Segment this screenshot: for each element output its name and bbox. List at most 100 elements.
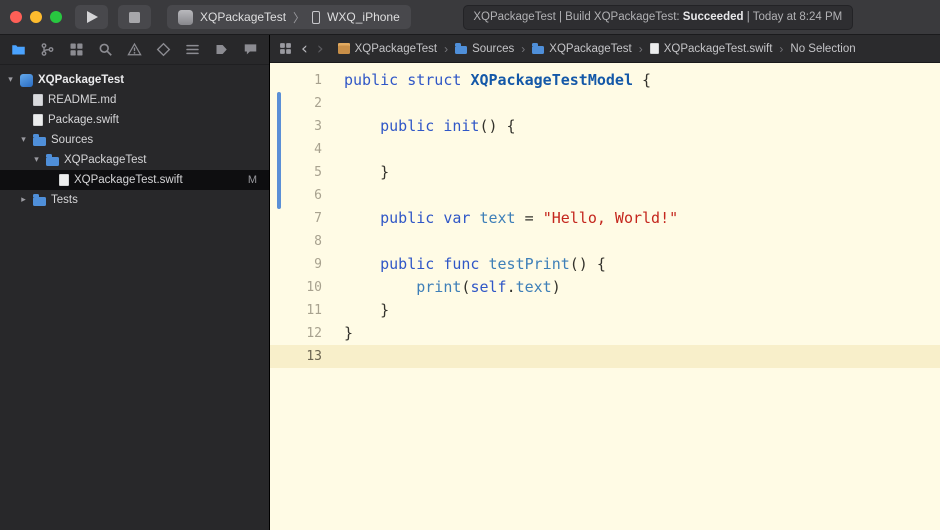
- find-navigator-button[interactable]: [91, 37, 120, 63]
- find-navigator-icon: [99, 43, 112, 56]
- line-number[interactable]: 12: [270, 322, 322, 345]
- breadcrumb-label: XQPackageTest.swift: [663, 42, 773, 55]
- related-items-grid-icon: [280, 43, 291, 54]
- swift-icon: [649, 43, 659, 54]
- disclosure-triangle[interactable]: ▾: [19, 135, 28, 145]
- close-button[interactable]: [10, 11, 22, 23]
- status-text-pre: XQPackageTest | Build XQPackageTest:: [473, 11, 683, 23]
- code-text: public struct XQPackageTestModel {: [344, 71, 652, 89]
- code-text: }: [344, 301, 390, 319]
- breadcrumb-item-2[interactable]: Sources: [455, 43, 514, 55]
- stop-icon: [129, 11, 140, 23]
- modified-badge: M: [247, 174, 257, 186]
- code-line[interactable]: 8: [270, 230, 940, 253]
- file-label: Package.swift: [48, 114, 119, 126]
- scheme-selector[interactable]: XQPackageTest 〉 WXQ_iPhone: [167, 5, 411, 29]
- symbol-navigator-button[interactable]: [62, 37, 91, 63]
- disclosure-triangle[interactable]: ▾: [6, 75, 15, 85]
- breadcrumb-label: XQPackageTest: [549, 42, 632, 55]
- code-line[interactable]: 4: [270, 138, 940, 161]
- folder-file-icon: [33, 194, 46, 206]
- sidebar-item-tests[interactable]: ▸ Tests: [0, 190, 269, 210]
- project-file-icon: [20, 73, 33, 87]
- code-line[interactable]: 12}: [270, 322, 940, 345]
- activity-viewer: XQPackageTest | Build XQPackageTest: Suc…: [462, 4, 853, 30]
- test-navigator-button[interactable]: [149, 37, 178, 63]
- breadcrumb-label: No Selection: [790, 42, 856, 55]
- sidebar-item-sources[interactable]: ▾ Sources: [0, 130, 269, 150]
- sidebar-item-readme-md[interactable]: README.md: [0, 90, 269, 110]
- code-line[interactable]: 1 public struct XQPackageTestModel {: [270, 69, 940, 92]
- issue-navigator-button[interactable]: [120, 37, 149, 63]
- window-controls: [0, 11, 75, 23]
- xcode-window: XQPackageTest 〉 WXQ_iPhone XQPackageTest…: [0, 0, 940, 530]
- minimize-button[interactable]: [30, 11, 42, 23]
- line-number[interactable]: 8: [270, 230, 322, 253]
- swift-file-icon: [59, 174, 69, 186]
- back-button[interactable]: ‹: [301, 39, 308, 59]
- line-number[interactable]: 9: [270, 253, 322, 276]
- source-control-navigator-button[interactable]: [33, 37, 62, 63]
- sidebar-item-xqpackagetest-swift[interactable]: XQPackageTest.swift M: [0, 170, 269, 190]
- chevron-right-icon: 〉: [293, 10, 306, 25]
- forward-button[interactable]: ›: [317, 39, 324, 59]
- disclosure-triangle[interactable]: ▾: [32, 155, 41, 165]
- code-line[interactable]: 11 }: [270, 299, 940, 322]
- sidebar-item-package-swift[interactable]: Package.swift: [0, 110, 269, 130]
- code-line[interactable]: 10 print(self.text): [270, 276, 940, 299]
- line-number[interactable]: 13: [270, 345, 322, 368]
- code-text: }: [344, 324, 354, 342]
- folder-file-icon: [46, 154, 59, 166]
- sidebar-item-xqpackagetest[interactable]: ▾ XQPackageTest: [0, 150, 269, 170]
- code-line[interactable]: 13: [270, 345, 940, 368]
- breadcrumb-item-1[interactable]: XQPackageTest: [337, 43, 437, 55]
- code-line[interactable]: 5 }: [270, 161, 940, 184]
- line-number[interactable]: 1: [270, 69, 322, 92]
- iphone-device-icon: [312, 10, 321, 24]
- file-label: XQPackageTest: [38, 74, 125, 86]
- breadcrumb-item-3[interactable]: XQPackageTest: [532, 42, 632, 55]
- breakpoint-navigator-icon: [216, 45, 227, 54]
- file-label: Sources: [51, 134, 94, 146]
- code-line[interactable]: 2: [270, 92, 940, 115]
- project-navigator-button[interactable]: [4, 37, 33, 63]
- breadcrumb-item-5[interactable]: No Selection: [790, 43, 855, 55]
- code-line[interactable]: 3 public init() {: [270, 115, 940, 138]
- breadcrumb-item-4[interactable]: XQPackageTest.swift: [649, 42, 773, 55]
- test-navigator-icon: [156, 42, 171, 57]
- code-line[interactable]: 7 public var text = "Hello, World!": [270, 207, 940, 230]
- debug-navigator-button[interactable]: [178, 37, 207, 63]
- code-line[interactable]: 6: [270, 184, 940, 207]
- zoom-button[interactable]: [50, 11, 62, 23]
- issue-navigator-icon: [127, 42, 142, 56]
- file-label: XQPackageTest: [64, 154, 147, 166]
- line-number[interactable]: 10: [270, 276, 322, 299]
- line-number[interactable]: 7: [270, 207, 322, 230]
- project-navigator-tree: ▾ XQPackageTest README.md Package.swift ▾ Sou…: [0, 65, 269, 210]
- report-navigator-button[interactable]: [236, 37, 265, 63]
- run-button[interactable]: [75, 5, 108, 29]
- code-text: public init() {: [380, 117, 516, 135]
- file-label: README.md: [48, 94, 117, 106]
- navigator-sidebar: ▾ XQPackageTest README.md Package.swift ▾ Sou…: [0, 35, 270, 530]
- source-editor[interactable]: 1 public struct XQPackageTestModel { 2 3 pu…: [270, 63, 940, 530]
- breakpoint-navigator-button[interactable]: [207, 37, 236, 63]
- play-icon: [87, 11, 98, 23]
- line-number[interactable]: 11: [270, 299, 322, 322]
- breadcrumb-separator: ›: [521, 41, 526, 56]
- breadcrumb-separator: ›: [638, 41, 643, 56]
- main-split: ▾ XQPackageTest README.md Package.swift ▾ Sou…: [0, 35, 940, 530]
- report-navigator-icon: [244, 44, 257, 55]
- disclosure-triangle[interactable]: ▸: [19, 195, 28, 205]
- stop-button[interactable]: [118, 5, 151, 29]
- scheme-name: XQPackageTest: [200, 10, 287, 24]
- code-lines: 1 public struct XQPackageTestModel { 2 3 pu…: [270, 69, 940, 368]
- status-result: Succeeded: [682, 11, 744, 23]
- breadcrumb-separator: ›: [444, 41, 449, 56]
- breadcrumb-separator: ›: [779, 41, 784, 56]
- file-label: XQPackageTest.swift: [74, 174, 183, 186]
- related-items-button[interactable]: [279, 42, 292, 55]
- doc-file-icon: [33, 94, 43, 106]
- sidebar-item-xqpackagetest[interactable]: ▾ XQPackageTest: [0, 70, 269, 90]
- code-line[interactable]: 9 public func testPrint() {: [270, 253, 940, 276]
